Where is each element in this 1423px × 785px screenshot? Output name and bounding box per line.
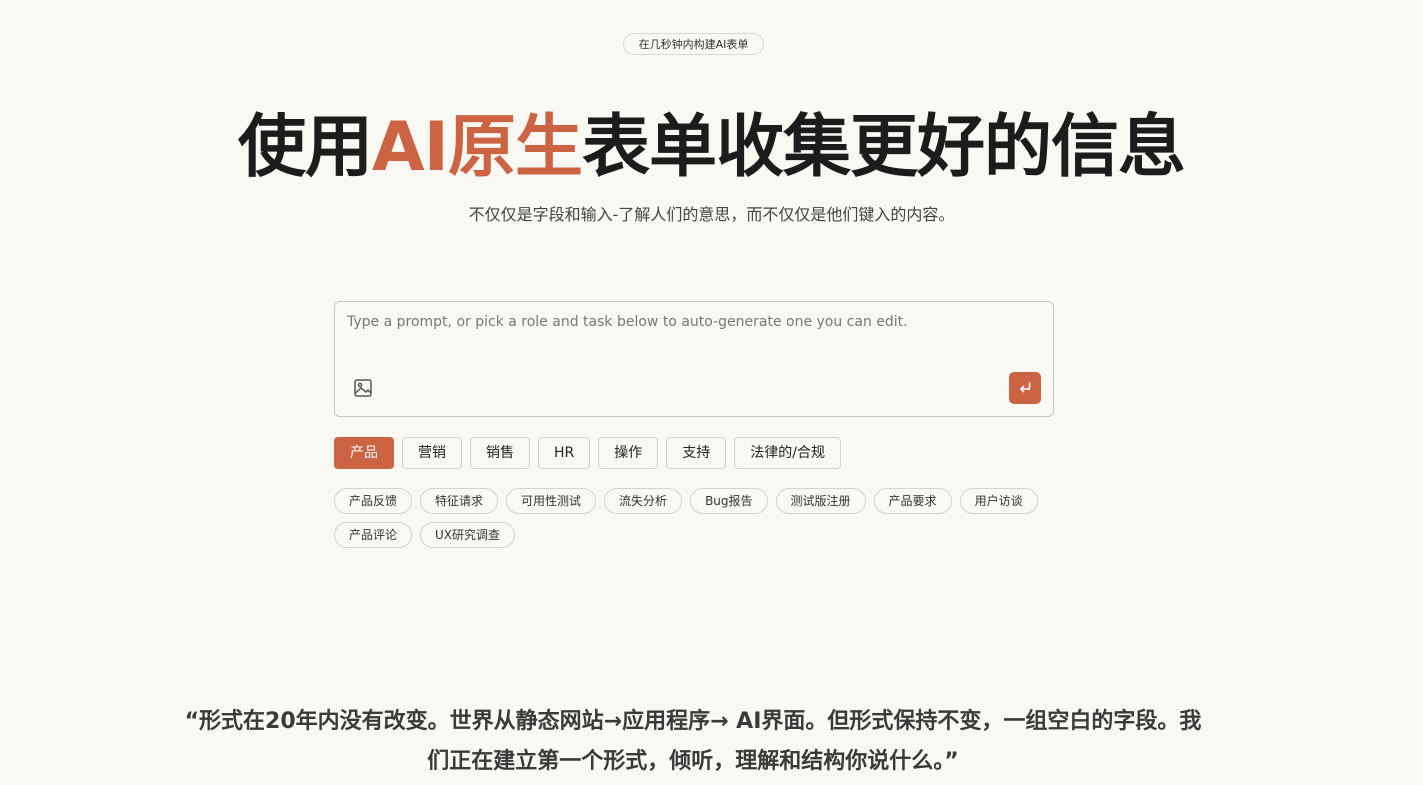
submit-prompt-button[interactable] xyxy=(1009,372,1041,404)
role-tab-6[interactable]: 法律的/合规 xyxy=(734,437,841,469)
hero-title-accent: AI原生 xyxy=(372,108,583,187)
hero-title-prefix: 使用 xyxy=(238,108,373,187)
task-chip-5[interactable]: 测试版注册 xyxy=(775,488,866,514)
role-tab-2[interactable]: 销售 xyxy=(470,437,530,469)
role-tab-1[interactable]: 营销 xyxy=(402,437,462,469)
task-chip-3[interactable]: 流失分析 xyxy=(604,488,683,514)
task-chip-8[interactable]: 产品评论 xyxy=(334,522,413,548)
task-chip-0[interactable]: 产品反馈 xyxy=(334,488,413,514)
hero-badge: 在几秒钟内构建AI表单 xyxy=(623,33,764,55)
task-chips: 产品反馈 特征请求 可用性测试 流失分析 Bug报告 测试版注册 产品要求 用户访谈产品评论 U… xyxy=(334,488,1054,548)
task-chip-1[interactable]: 特征请求 xyxy=(420,488,499,514)
role-tab-4[interactable]: 操作 xyxy=(598,437,659,469)
prompt-input[interactable] xyxy=(347,314,1037,362)
task-chip-2[interactable]: 可用性测试 xyxy=(506,488,597,514)
enter-arrow-icon xyxy=(1020,382,1031,393)
hero-title: 使用AI原生表单收集更好的信息 xyxy=(0,108,1423,188)
image-upload-button[interactable] xyxy=(352,377,374,399)
role-tab-3[interactable]: HR xyxy=(538,437,591,469)
task-chip-7[interactable]: 用户访谈 xyxy=(959,488,1038,514)
task-chip-4[interactable]: Bug报告 xyxy=(690,488,768,514)
role-tabs: 产品 营销 销售 HR 操作 支持 法律的/合规 xyxy=(334,437,841,469)
prompt-box xyxy=(334,301,1054,417)
task-chip-6[interactable]: 产品要求 xyxy=(873,488,952,514)
role-tab-0[interactable]: 产品 xyxy=(334,437,394,469)
hero-title-suffix: 表单收集更好的信息 xyxy=(581,108,1186,187)
image-icon xyxy=(354,379,372,397)
role-tab-5[interactable]: 支持 xyxy=(666,437,727,469)
hero-subtitle: 不仅仅是字段和输入-了解人们的意思，而不仅仅是他们键入的内容。 xyxy=(468,205,955,224)
testimonial-quote: “形式在20年内没有改变。世界从静态网站→应用程序→ AI界面。但形式保持不变，… xyxy=(184,709,1202,774)
task-chip-9[interactable]: UX研究调查 xyxy=(420,522,516,548)
